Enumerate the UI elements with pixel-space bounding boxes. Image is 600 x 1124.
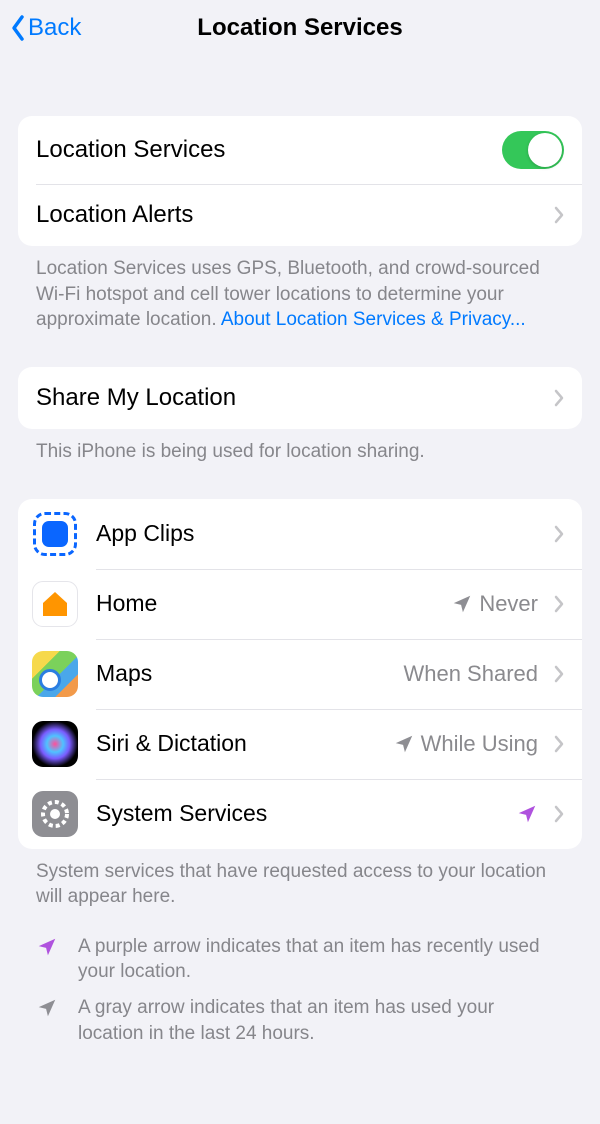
location-arrow-gray-icon (36, 997, 58, 1019)
location-arrow-purple-icon (516, 803, 538, 825)
app-status: Never (479, 591, 538, 617)
footer-system-services: System services that have requested acce… (18, 849, 582, 910)
location-services-label: Location Services (36, 136, 502, 164)
about-privacy-link[interactable]: About Location Services & Privacy... (221, 309, 526, 330)
group-apps: App ClipsHomeNeverMapsWhen SharedSiri & … (18, 499, 582, 849)
app-row-appclips[interactable]: App Clips (18, 499, 582, 569)
legend-gray-text: A gray arrow indicates that an item has … (78, 995, 564, 1046)
group-main-toggles: Location Services Location Alerts (18, 116, 582, 246)
app-name: System Services (96, 800, 516, 827)
back-label: Back (28, 14, 81, 42)
siri-icon (32, 721, 78, 767)
chevron-right-icon (554, 595, 564, 613)
app-icon (32, 511, 78, 557)
chevron-right-icon (554, 665, 564, 683)
location-arrow-gray-icon (393, 733, 415, 755)
home-icon (32, 581, 78, 627)
legend-purple: A purple arrow indicates that an item ha… (18, 924, 582, 985)
app-row-system[interactable]: System Services (18, 779, 582, 849)
chevron-left-icon (10, 14, 26, 42)
app-name: Maps (96, 660, 403, 687)
legend-purple-text: A purple arrow indicates that an item ha… (78, 934, 564, 985)
share-my-location-label: Share My Location (36, 384, 544, 412)
app-name: App Clips (96, 520, 544, 547)
toggle-knob (528, 133, 562, 167)
location-alerts-label: Location Alerts (36, 201, 544, 229)
chevron-right-icon (554, 206, 564, 224)
group-share-location: Share My Location (18, 367, 582, 429)
chevron-right-icon (554, 735, 564, 753)
app-name: Siri & Dictation (96, 730, 393, 757)
chevron-right-icon (554, 525, 564, 543)
legend-gray: A gray arrow indicates that an item has … (18, 985, 582, 1046)
location-alerts-row[interactable]: Location Alerts (18, 184, 582, 246)
app-row-maps[interactable]: MapsWhen Shared (18, 639, 582, 709)
app-status: When Shared (403, 661, 538, 687)
back-button[interactable]: Back (10, 14, 81, 42)
maps-icon (32, 651, 78, 697)
settings-gear-icon (32, 791, 78, 837)
app-row-siri[interactable]: Siri & Dictation While Using (18, 709, 582, 779)
location-arrow-purple-icon (36, 936, 58, 958)
app-clips-icon (33, 512, 77, 556)
location-services-row[interactable]: Location Services (18, 116, 582, 184)
app-status: While Using (421, 731, 538, 757)
location-arrow-gray-icon (451, 593, 473, 615)
location-services-toggle[interactable] (502, 131, 564, 169)
chevron-right-icon (554, 805, 564, 823)
footer-location-services: Location Services uses GPS, Bluetooth, a… (18, 246, 582, 333)
footer-share-location: This iPhone is being used for location s… (18, 429, 582, 465)
share-my-location-row[interactable]: Share My Location (18, 367, 582, 429)
navbar: Back Location Services (0, 0, 600, 56)
app-name: Home (96, 590, 451, 617)
chevron-right-icon (554, 389, 564, 407)
app-row-home[interactable]: Home Never (18, 569, 582, 639)
page-title: Location Services (0, 14, 600, 42)
